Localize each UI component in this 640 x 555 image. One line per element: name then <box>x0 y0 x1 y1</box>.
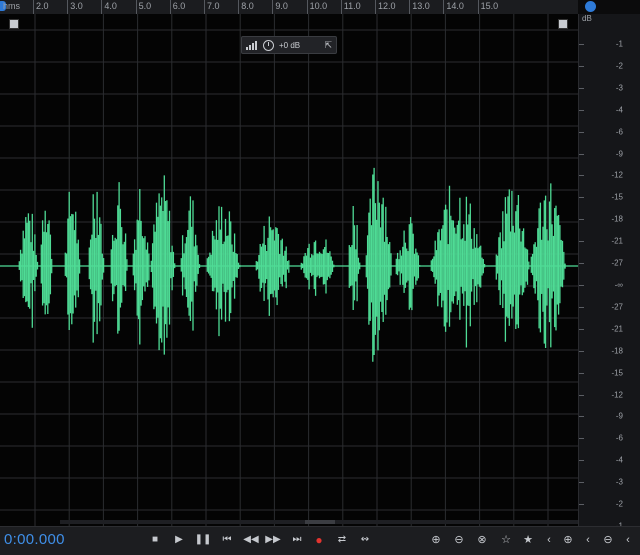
db-unit: dB <box>582 14 592 23</box>
db-tick <box>579 306 584 308</box>
db-tick <box>579 153 584 155</box>
fast-forward-icon[interactable]: ▶▶ <box>264 531 282 549</box>
db-label: -9 <box>615 149 623 159</box>
zoom-in-amplitude-icon[interactable]: ⊕ <box>428 531 444 549</box>
db-label: -21 <box>611 236 623 246</box>
db-label: -27 <box>611 258 623 268</box>
db-label: -21 <box>611 324 623 334</box>
corner-handle-left[interactable] <box>9 19 19 29</box>
ruler-label: 11.0 <box>340 0 361 14</box>
ruler-settings-icon[interactable] <box>585 1 596 12</box>
db-tick <box>579 131 584 133</box>
ruler-label: 7.0 <box>204 0 220 14</box>
ruler-label: 12.0 <box>375 0 396 14</box>
time-ruler[interactable]: hms 2.0 3.0 4.0 5.0 6.0 7.0 8.0 9.0 10.0 11.0 12.0… <box>0 0 578 15</box>
ruler-label: 5.0 <box>135 0 151 14</box>
db-label: -4 <box>615 105 623 115</box>
zoom-in-time-icon[interactable]: ⊗ <box>474 531 490 549</box>
db-tick <box>579 263 584 265</box>
db-tick <box>579 219 584 221</box>
db-tick <box>579 44 584 45</box>
db-tick <box>579 65 584 67</box>
db-scale: -1 -2 -3 -4 -6 -9 -12 -15 -18 -21 -27 -∞ -27 -21 -18 -1… <box>578 14 640 531</box>
hud-gain-control[interactable]: +0 dB ⇱ <box>241 36 337 54</box>
go-to-start-icon[interactable]: ⏮ <box>218 531 236 549</box>
db-tick <box>579 350 584 352</box>
db-tick <box>579 504 584 506</box>
timecode[interactable]: 0:00.000 <box>4 531 65 548</box>
db-tick <box>579 285 584 286</box>
transport-bar: 0:00.000 ■ ▶ ❚❚ ⏮ ◀◀ ▶▶ ⏭ ● ⇄ ↭ ⊕ ⊖ ⊗ ☆ … <box>0 526 640 555</box>
zoom-out-full-icon[interactable]: ☆ <box>498 531 514 549</box>
db-label: -18 <box>611 346 623 356</box>
ruler-label: 14.0 <box>443 0 464 14</box>
gain-value: +0 dB <box>279 40 301 50</box>
ruler-label: 3.0 <box>67 0 83 14</box>
db-label: -3 <box>615 83 623 93</box>
db-label: -9 <box>615 411 623 421</box>
stop-icon[interactable]: ■ <box>146 531 164 549</box>
db-label: -3 <box>615 477 623 487</box>
pause-icon[interactable]: ❚❚ <box>194 531 212 549</box>
loop-icon[interactable]: ⇄ <box>333 531 351 549</box>
db-tick <box>579 328 584 330</box>
db-label: -12 <box>611 170 623 180</box>
db-label: -15 <box>611 192 623 202</box>
db-label: -2 <box>615 499 623 509</box>
audio-editor: hms 2.0 3.0 4.0 5.0 6.0 7.0 8.0 9.0 10.0 11.0 12.0… <box>0 0 640 555</box>
level-bars-icon <box>246 41 257 50</box>
db-tick <box>579 438 584 440</box>
skip-selection-icon[interactable]: ↭ <box>356 531 374 549</box>
db-label: -6 <box>615 433 623 443</box>
pin-icon[interactable]: ⇱ <box>324 40 332 51</box>
corner-handle-right[interactable] <box>558 19 568 29</box>
db-tick <box>579 460 584 462</box>
db-tick <box>579 197 584 199</box>
db-label: -6 <box>615 127 623 137</box>
db-label: -4 <box>615 455 623 465</box>
ruler-unit: hms <box>3 1 21 11</box>
zoom-in-left-icon[interactable]: ‹ <box>541 531 557 549</box>
ruler-label: 8.0 <box>238 0 254 14</box>
ruler-label: 13.0 <box>409 0 430 14</box>
ruler-label: 2.0 <box>33 0 49 14</box>
go-to-end-icon[interactable]: ⏭ <box>288 531 306 549</box>
db-label: -∞ <box>614 280 623 290</box>
db-tick <box>579 241 584 243</box>
db-tick <box>579 87 584 89</box>
scroll-thumb[interactable] <box>305 520 335 524</box>
record-icon[interactable]: ● <box>310 531 328 549</box>
db-tick <box>579 416 584 418</box>
db-tick <box>579 482 584 484</box>
zoom-out-right-icon[interactable]: ⊖ <box>600 531 616 549</box>
zoom-out-left-icon[interactable]: ‹ <box>580 531 596 549</box>
db-label: -2 <box>615 61 623 71</box>
zoom-in-selection-icon[interactable]: ★ <box>520 531 536 549</box>
db-label: -27 <box>611 302 623 312</box>
db-tick <box>579 175 584 177</box>
ruler-label: 9.0 <box>272 0 288 14</box>
db-label: -18 <box>611 214 623 224</box>
db-label: -12 <box>611 390 623 400</box>
db-tick <box>579 394 584 396</box>
waveform-canvas <box>0 14 578 526</box>
ruler-label: 10.0 <box>306 0 327 14</box>
db-label: -1 <box>615 39 623 49</box>
volume-knob-icon[interactable] <box>263 39 274 51</box>
ruler-label: 15.0 <box>477 0 498 14</box>
zoom-out-amplitude-icon[interactable]: ⊖ <box>451 531 467 549</box>
ruler-label: 4.0 <box>101 0 117 14</box>
zoom-reset-icon[interactable]: ‹ <box>620 531 636 549</box>
db-tick <box>579 372 584 374</box>
zoom-in-right-icon[interactable]: ⊕ <box>560 531 576 549</box>
db-tick <box>579 109 584 111</box>
play-icon[interactable]: ▶ <box>170 531 188 549</box>
ruler-label: 6.0 <box>169 0 185 14</box>
waveform-display[interactable] <box>0 14 578 526</box>
waveform-path <box>18 167 566 362</box>
rewind-icon[interactable]: ◀◀ <box>242 531 260 549</box>
db-label: -15 <box>611 368 623 378</box>
horizontal-scrollbar[interactable] <box>60 520 578 524</box>
